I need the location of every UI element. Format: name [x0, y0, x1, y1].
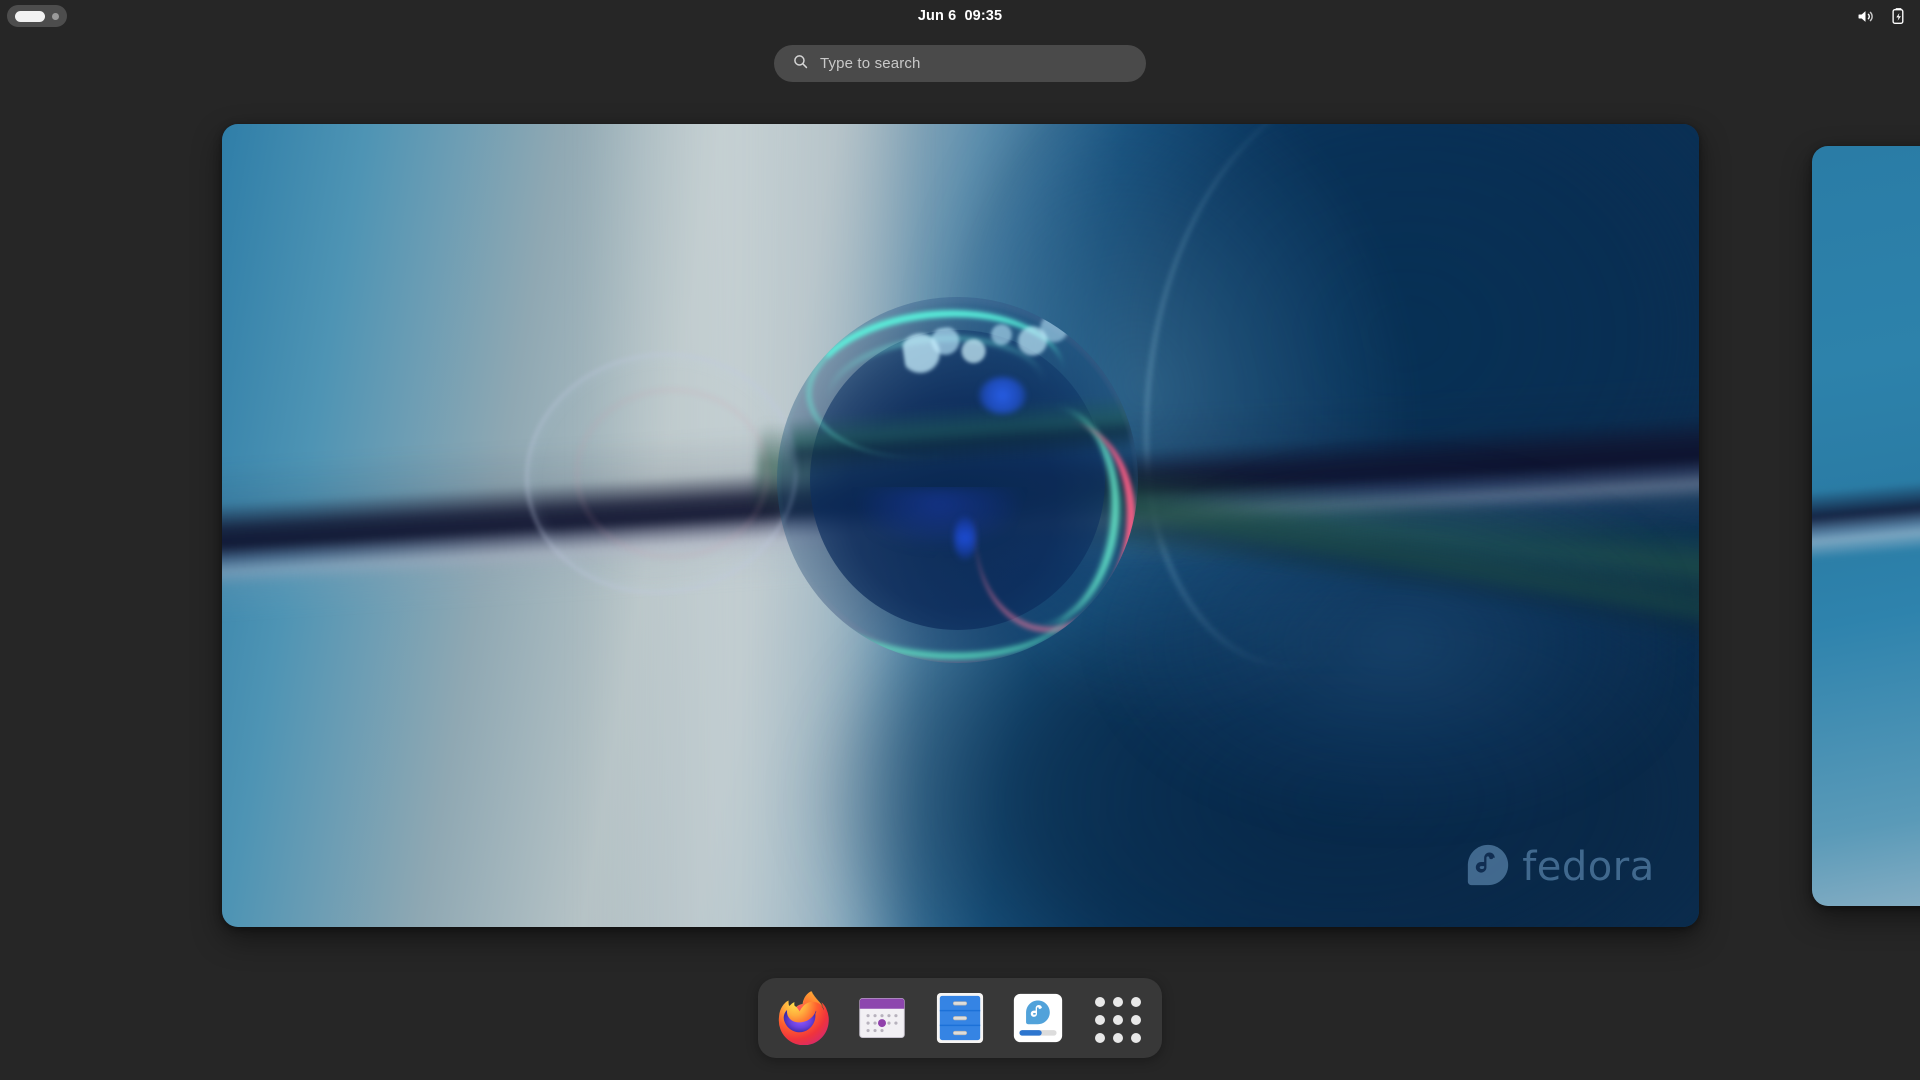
fedora-logo-icon	[1466, 843, 1510, 892]
wallpaper-fedora-bubble: fedora	[222, 124, 1699, 927]
fedora-watermark: fedora	[1466, 843, 1655, 892]
dock-item-firefox[interactable]	[776, 990, 832, 1046]
dock-item-files[interactable]	[932, 990, 988, 1046]
fedora-installer-icon	[1012, 992, 1064, 1044]
battery-charging-icon[interactable]	[1889, 7, 1908, 26]
soap-bubble	[777, 297, 1137, 663]
workspace-thumbnail-next[interactable]	[1812, 146, 1920, 906]
dock-item-calendar[interactable]	[854, 990, 910, 1046]
volume-icon[interactable]	[1856, 7, 1875, 26]
fedora-wordmark: fedora	[1522, 844, 1655, 890]
search-input[interactable]: Type to search	[774, 45, 1146, 82]
calendar-icon	[856, 992, 908, 1044]
app-grid-icon[interactable]	[1095, 997, 1137, 1039]
search-container[interactable]: Type to search	[774, 45, 1146, 82]
clock-label: Jun 6 09:35	[918, 8, 1002, 24]
overview-window-area: fedora	[0, 0, 1920, 1080]
system-indicators[interactable]	[1856, 0, 1908, 32]
search-placeholder: Type to search	[820, 55, 921, 72]
dash-dock[interactable]	[758, 978, 1162, 1058]
workspace-thumbnail-current[interactable]: fedora	[222, 124, 1699, 927]
dock-item-app-grid[interactable]	[1088, 990, 1144, 1046]
wallpaper-next-workspace	[1812, 146, 1920, 906]
search-icon	[792, 53, 809, 75]
firefox-icon	[777, 991, 831, 1045]
top-bar: Jun 6 09:35	[0, 0, 1920, 32]
clock-menu[interactable]: Jun 6 09:35	[0, 0, 1920, 32]
dock-item-installer[interactable]	[1010, 990, 1066, 1046]
file-cabinet-icon	[935, 991, 985, 1045]
